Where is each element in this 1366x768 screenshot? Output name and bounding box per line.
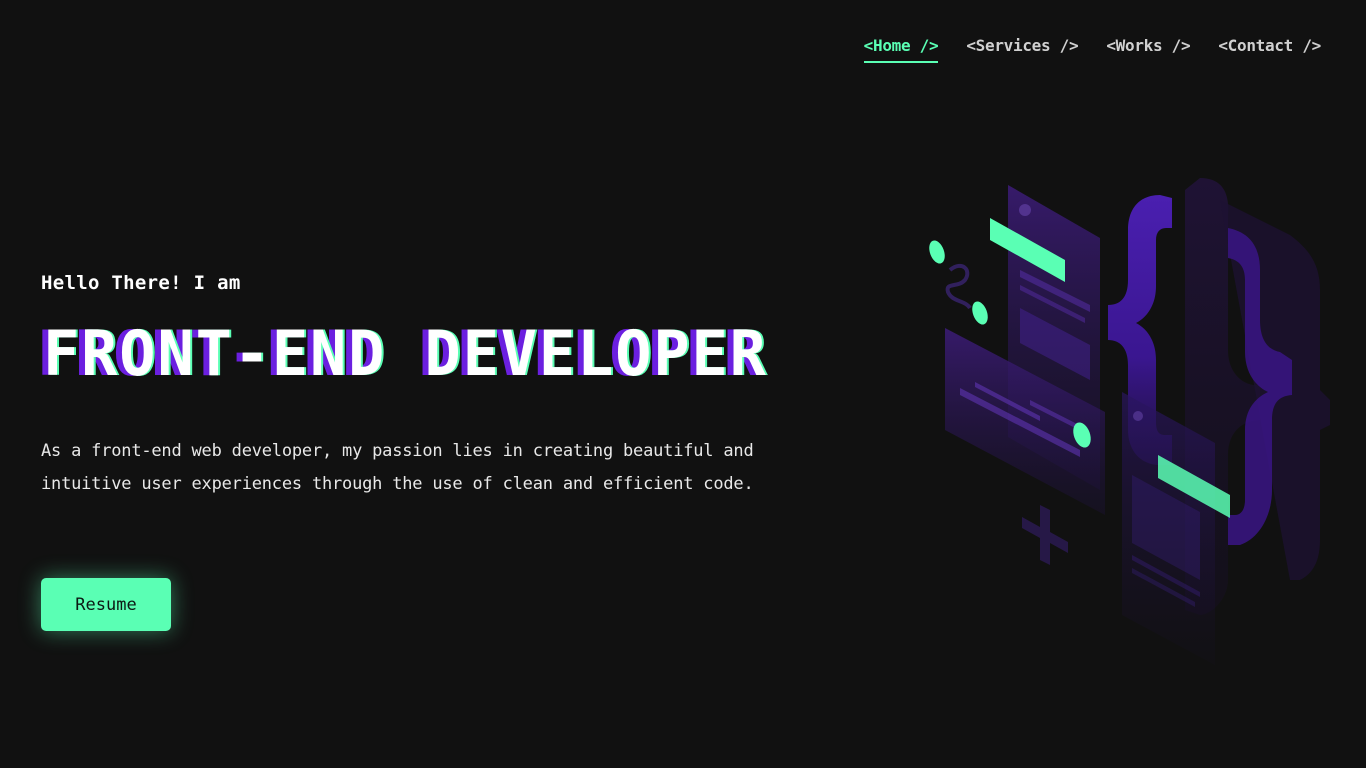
hero-title: FRONT-END DEVELOPER FRONT-END DEVELOPER … — [37, 317, 861, 390]
link-swirl — [945, 263, 972, 310]
nav-item-home[interactable]: <Home /> — [863, 36, 939, 63]
code-braces-isometric-illustration — [929, 178, 1330, 665]
hero-title-text: FRONT-END DEVELOPER — [43, 317, 768, 390]
hero-description: As a front-end web developer, my passion… — [41, 441, 754, 494]
nav-item-works[interactable]: <Works /> — [1106, 36, 1190, 63]
nav-item-contact[interactable]: <Contact /> — [1218, 36, 1321, 63]
resume-button[interactable]: Resume — [41, 578, 171, 631]
hero-greeting: Hello There! I am — [41, 272, 241, 294]
green-dot-2 — [972, 301, 988, 325]
green-dot-1 — [929, 240, 945, 264]
top-nav: <Home /> <Services /> <Works /> <Contact… — [863, 36, 1321, 63]
plus-icon — [1022, 505, 1068, 565]
nav-item-services[interactable]: <Services /> — [966, 36, 1078, 63]
page: <Home /> <Services /> <Works /> <Contact… — [0, 0, 1366, 768]
